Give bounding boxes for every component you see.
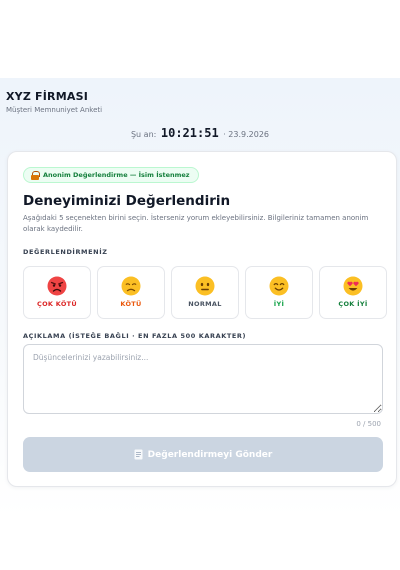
rating-section-label: DEĞERLENDİRMENİZ xyxy=(23,248,108,256)
comment-section-label: AÇIKLAMA (İSTEĞE BAĞLI · EN FAZLA 500 KA… xyxy=(23,332,247,340)
clock-date: · 23.9.2026 xyxy=(223,130,270,139)
lock-icon xyxy=(31,171,40,180)
rating-label: NORMAL xyxy=(188,300,222,308)
smiling-face-icon xyxy=(269,276,289,296)
rating-option-bad[interactable]: KÖTÜ xyxy=(97,266,165,319)
clock-prefix: Şu an: xyxy=(130,130,157,139)
anonymous-badge-label: Anonim Değerlendirme — İsim İstenmez xyxy=(43,171,190,179)
anonymous-badge: Anonim Değerlendirme — İsim İstenmez xyxy=(23,167,199,183)
sad-face-icon xyxy=(121,276,141,296)
current-time: Şu an: 10:21:51 · 23.9.2026 xyxy=(0,126,400,140)
rating-label: İYİ xyxy=(273,300,285,308)
survey-subtitle: Müşteri Memnuniyet Anketi xyxy=(6,106,103,114)
card-description: Aşağıdaki 5 seçenekten birini seçin. İst… xyxy=(23,214,369,233)
submit-button[interactable]: Değerlendirmeyi Gönder xyxy=(23,437,383,472)
rating-option-normal[interactable]: NORMAL xyxy=(171,266,239,319)
angry-face-icon xyxy=(47,276,67,296)
rating-label: ÇOK İYİ xyxy=(338,300,368,308)
submit-button-label: Değerlendirmeyi Gönder xyxy=(147,449,273,460)
rating-label: KÖTÜ xyxy=(120,300,142,308)
survey-card: Anonim Değerlendirme — İsim İstenmez Den… xyxy=(7,151,397,487)
neutral-face-icon xyxy=(195,276,215,296)
clock-time: 10:21:51 xyxy=(160,126,219,140)
rating-option-very-good[interactable]: ÇOK İYİ xyxy=(319,266,387,319)
rating-option-good[interactable]: İYİ xyxy=(245,266,313,319)
page-header: XYZ FİRMASI Müşteri Memnuniyet Anketi xyxy=(6,90,102,114)
rating-label: ÇOK KÖTÜ xyxy=(37,300,77,308)
character-counter: 0 / 500 xyxy=(356,420,381,428)
rating-options: ÇOK KÖTÜ KÖTÜ NORMAL İYİ ÇOK İYİ xyxy=(23,266,387,319)
rating-option-very-bad[interactable]: ÇOK KÖTÜ xyxy=(23,266,91,319)
comment-input[interactable] xyxy=(23,344,383,414)
memo-icon xyxy=(134,449,143,460)
card-title: Deneyiminizi Değerlendirin xyxy=(23,193,231,209)
company-name: XYZ FİRMASI xyxy=(6,90,89,103)
heart-eyes-face-icon xyxy=(343,276,363,296)
